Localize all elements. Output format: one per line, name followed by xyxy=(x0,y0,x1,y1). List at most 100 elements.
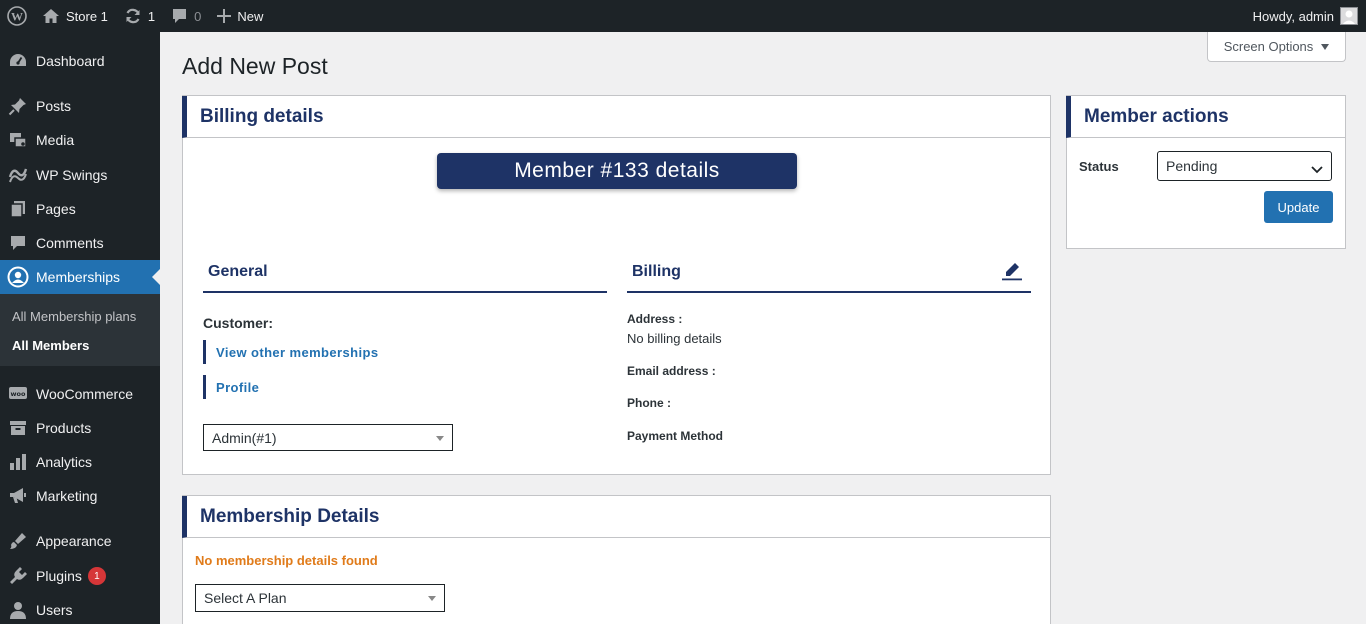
menu-label: WooCommerce xyxy=(36,386,133,402)
status-select[interactable]: Pending xyxy=(1157,151,1332,181)
new-content-link[interactable]: New xyxy=(209,0,271,32)
menu-marketing[interactable]: Marketing xyxy=(0,479,160,513)
plugins-update-badge: 1 xyxy=(87,567,106,585)
menu-analytics[interactable]: Analytics xyxy=(0,445,160,479)
membership-details-header[interactable]: Membership Details xyxy=(182,496,1050,538)
address-label: Address : xyxy=(627,312,683,326)
plus-icon xyxy=(217,9,232,23)
comment-icon xyxy=(171,8,188,24)
plan-select[interactable]: Select A Plan xyxy=(195,584,445,612)
menu-label: Appearance xyxy=(36,533,112,549)
billing-details-title: Billing details xyxy=(200,105,324,127)
users-icon xyxy=(0,600,36,620)
menu-woocommerce[interactable]: woo WooCommerce xyxy=(0,377,160,411)
wpswings-icon xyxy=(0,165,36,185)
phone-label: Phone : xyxy=(627,396,671,410)
admin-bar: W Store 1 1 0 New Howdy, admin xyxy=(0,0,1366,32)
updates-count: 1 xyxy=(147,8,156,24)
menu-appearance[interactable]: Appearance xyxy=(0,524,160,558)
menu-memberships[interactable]: Memberships xyxy=(0,260,160,294)
customer-select[interactable]: Admin(#1) xyxy=(203,424,453,451)
menu-label: Pages xyxy=(36,201,76,217)
pencil-icon[interactable] xyxy=(1001,261,1023,286)
submenu-all-members[interactable]: All Members xyxy=(12,338,89,353)
menu-users[interactable]: Users xyxy=(0,593,160,624)
menu-pages[interactable]: Pages xyxy=(0,192,160,226)
menu-posts[interactable]: Posts xyxy=(0,89,160,123)
howdy-greeting: Howdy, admin xyxy=(1252,8,1334,24)
new-label: New xyxy=(237,8,264,24)
memberships-submenu: All Membership plans All Members xyxy=(0,294,160,366)
plugin-icon xyxy=(0,566,36,586)
member-details-badge: Member #133 details xyxy=(437,153,797,189)
menu-products[interactable]: Products xyxy=(0,411,160,445)
comments-link[interactable]: 0 xyxy=(163,0,209,32)
site-name: Store 1 xyxy=(66,8,108,24)
pages-icon xyxy=(0,199,36,219)
svg-text:W: W xyxy=(11,10,23,24)
customer-label: Customer: xyxy=(203,315,274,331)
billing-heading-text: Billing xyxy=(632,263,681,280)
admin-sidebar: Dashboard Posts Media WP Swings Pages Co… xyxy=(0,32,160,624)
my-account-link[interactable]: Howdy, admin xyxy=(1253,0,1366,32)
view-other-memberships-link[interactable]: View other memberships xyxy=(203,340,378,364)
profile-link-text: Profile xyxy=(216,379,260,395)
avatar xyxy=(1340,7,1358,25)
home-icon xyxy=(42,8,60,24)
billing-details-header[interactable]: Billing details xyxy=(182,96,1050,138)
menu-dashboard[interactable]: Dashboard xyxy=(0,44,160,78)
dashboard-icon xyxy=(0,51,36,71)
menu-label: Users xyxy=(36,602,73,618)
screen-options-button[interactable]: Screen Options xyxy=(1207,32,1346,62)
menu-label: Products xyxy=(36,420,92,436)
archive-icon xyxy=(0,418,36,438)
status-label: Status xyxy=(1079,159,1119,174)
member-actions-box: Member actions Status Pending Update xyxy=(1066,95,1346,249)
view-other-memberships-text: View other memberships xyxy=(216,344,379,360)
payment-method-label: Payment Method xyxy=(627,429,724,443)
menu-wp-swings[interactable]: WP Swings xyxy=(0,158,160,192)
general-heading-text: General xyxy=(208,263,268,280)
chart-icon xyxy=(0,452,36,472)
member-actions-title: Member actions xyxy=(1084,105,1229,127)
billing-details-box: Billing details Member #133 details Gene… xyxy=(182,95,1051,475)
pin-icon xyxy=(0,96,36,116)
member-actions-header[interactable]: Member actions xyxy=(1066,96,1345,138)
chevron-down-icon xyxy=(1311,161,1323,177)
membership-details-box: Membership Details No membership details… xyxy=(182,495,1051,624)
megaphone-icon xyxy=(0,486,36,506)
brush-icon xyxy=(0,531,36,551)
screen-options-label: Screen Options xyxy=(1223,39,1314,54)
menu-label: Marketing xyxy=(36,488,98,504)
wordpress-logo-icon[interactable]: W xyxy=(0,0,34,32)
membership-details-title: Membership Details xyxy=(200,505,380,527)
submenu-all-membership-plans[interactable]: All Membership plans xyxy=(12,309,136,324)
menu-label: Posts xyxy=(36,98,72,114)
profile-link[interactable]: Profile xyxy=(203,375,259,399)
site-name-link[interactable]: Store 1 xyxy=(34,0,116,32)
updates-link[interactable]: 1 xyxy=(116,0,163,32)
menu-label: Comments xyxy=(36,235,104,251)
page-title: Add New Post xyxy=(182,53,328,79)
plan-select-value: Select A Plan xyxy=(204,590,287,606)
menu-media[interactable]: Media xyxy=(0,123,160,157)
no-membership-message: No membership details found xyxy=(195,553,378,568)
media-icon xyxy=(0,130,36,150)
menu-label: Media xyxy=(36,132,75,148)
menu-comments[interactable]: Comments xyxy=(0,226,160,260)
general-heading: General xyxy=(203,253,607,293)
refresh-icon xyxy=(124,7,142,25)
menu-label: WP Swings xyxy=(36,167,108,183)
billing-heading: Billing xyxy=(627,253,1031,293)
update-button-label: Update xyxy=(1277,199,1320,215)
address-value: No billing details xyxy=(627,331,722,346)
caret-down-icon xyxy=(436,435,444,441)
comment-icon xyxy=(0,233,36,253)
svg-text:woo: woo xyxy=(11,390,26,398)
customer-select-value: Admin(#1) xyxy=(212,429,277,446)
email-label: Email address : xyxy=(627,364,716,378)
comments-count: 0 xyxy=(194,8,202,24)
update-button[interactable]: Update xyxy=(1264,191,1333,223)
menu-plugins[interactable]: Plugins 1 xyxy=(0,559,160,593)
menu-label: Memberships xyxy=(36,269,121,285)
